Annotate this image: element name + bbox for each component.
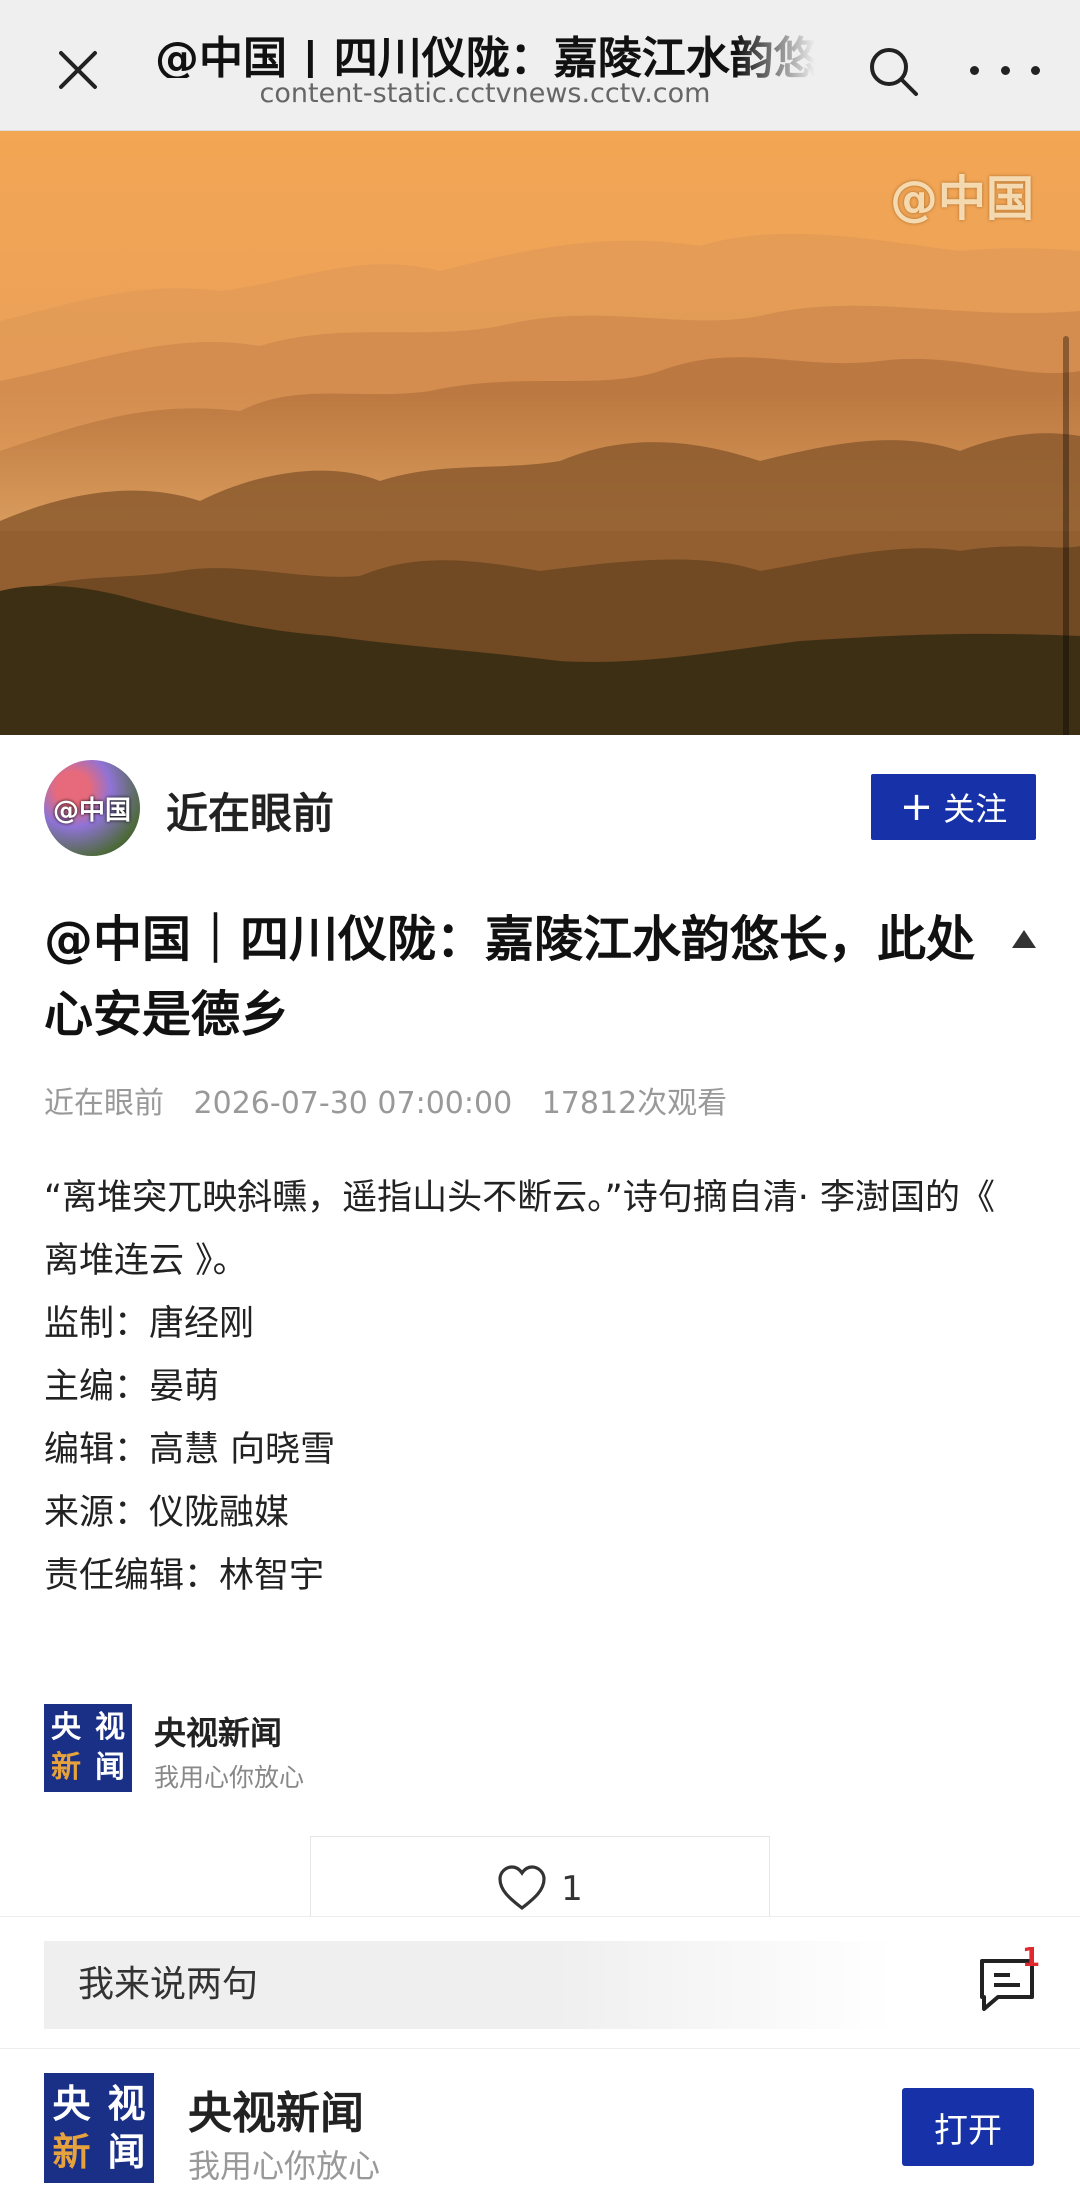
article-meta: 近在眼前 2026-07-30 07:00:00 17812次观看 — [44, 1078, 747, 1122]
body-paragraph: 责任编辑：林智宇 — [44, 1556, 325, 1596]
cctv-news-logo[interactable]: 央 视 新 闻 — [44, 1704, 132, 1792]
logo-char: 央 — [52, 2082, 91, 2126]
logo-char: 闻 — [107, 2130, 146, 2174]
follow-label: 关注 — [943, 790, 1008, 828]
page-url: content-static.cctvnews.cctv.com — [259, 78, 711, 109]
author-name[interactable]: 近在眼前 — [166, 780, 334, 841]
logo-char: 央 — [51, 1710, 81, 1745]
open-app-button[interactable]: 打开 — [902, 2088, 1034, 2166]
dot — [1031, 65, 1040, 75]
cctv-news-app-logo: 央 视 新 闻 — [44, 2073, 154, 2183]
collapse-caret-icon[interactable] — [1012, 930, 1036, 948]
body-paragraph: “离堆突兀映斜曛，遥指山头不断云。”诗句摘自清· 李澍国的《 离堆连云 》。 — [44, 1178, 996, 1281]
app-slogan: 我用心你放心 — [188, 2147, 381, 2185]
avatar-text: @中国 — [52, 796, 131, 826]
meta-views: 17812次观看 — [541, 1086, 728, 1121]
body-paragraph: 来源：仪陇融媒 — [44, 1493, 290, 1533]
logo-char: 视 — [95, 1710, 125, 1745]
page-title: @中国 | 四川仪陇：嘉陵江水韵悠长，此处心安是德乡 — [155, 33, 815, 78]
app-download-bar: 央 视 新 闻 央视新闻 我用心你放心 打开 — [0, 2048, 1080, 2203]
plus-icon: + — [899, 784, 934, 830]
source-slogan: 我用心你放心 — [154, 1763, 305, 1792]
dot — [1000, 65, 1010, 75]
hero-watermark: @中国 — [889, 171, 1034, 227]
follow-button[interactable]: + 关注 — [871, 774, 1036, 840]
body-paragraph: 监制：唐经刚 — [44, 1304, 255, 1344]
avatar[interactable]: @中国 — [44, 760, 140, 856]
logo-char: 新 — [51, 1750, 81, 1785]
source-name[interactable]: 央视新闻 — [154, 1708, 282, 1754]
comment-input[interactable]: 我来说两句 — [44, 1941, 894, 2029]
heart-icon — [498, 1865, 546, 1911]
body-paragraph: 主编：晏萌 — [44, 1367, 220, 1407]
scrollbar[interactable] — [1063, 336, 1069, 735]
body-paragraph: 编辑：高慧 向晓雪 — [44, 1430, 336, 1470]
app-name: 央视新闻 — [188, 2088, 364, 2139]
dot — [970, 65, 979, 75]
hero-image: @中国 — [0, 131, 1080, 735]
article-title: @中国｜四川仪陇：嘉陵江水韵悠长，此处心安是德乡 — [44, 911, 976, 1043]
meta-author: 近在眼前 — [44, 1086, 164, 1121]
close-icon[interactable] — [48, 40, 108, 100]
browser-top-bar: @中国 | 四川仪陇：嘉陵江水韵悠长，此处心安是德乡 content-stati… — [0, 0, 1080, 131]
article-body: “离堆突兀映斜曛，遥指山头不断云。”诗句摘自清· 李澍国的《 离堆连云 》。 监… — [44, 1167, 1034, 1608]
logo-char: 闻 — [95, 1750, 125, 1785]
like-count: 1 — [561, 1869, 583, 1909]
meta-datetime: 2026-07-30 07:00:00 — [193, 1086, 513, 1121]
comment-count-badge: 1 — [1022, 1943, 1041, 1973]
comment-bar: 我来说两句 1 — [0, 1916, 1080, 2047]
logo-char: 新 — [52, 2130, 91, 2174]
logo-char: 视 — [107, 2082, 146, 2126]
more-icon[interactable] — [970, 50, 1040, 90]
search-icon[interactable] — [866, 44, 920, 98]
